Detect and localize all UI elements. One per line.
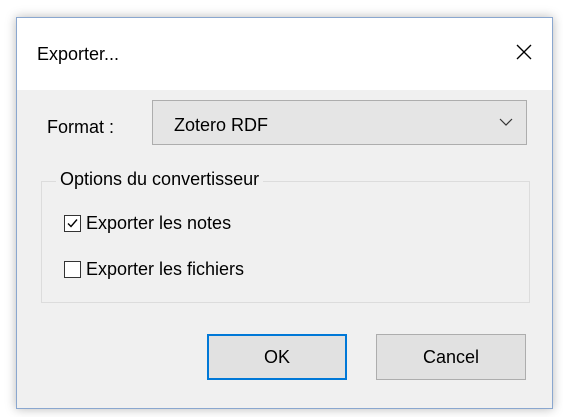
title-bar: Exporter... (17, 18, 552, 90)
cancel-button[interactable]: Cancel (376, 334, 526, 380)
converter-options-title: Options du convertisseur (56, 169, 264, 190)
export-notes-checkbox[interactable] (64, 215, 81, 232)
converter-options-group: Options du convertisseur Exporter les no… (41, 169, 530, 303)
close-button[interactable] (506, 34, 542, 70)
format-select[interactable]: Zotero RDF (152, 100, 527, 145)
export-files-label[interactable]: Exporter les fichiers (86, 259, 244, 280)
export-files-checkbox[interactable] (64, 261, 81, 278)
ok-button[interactable]: OK (207, 334, 347, 380)
chevron-down-icon (499, 118, 513, 126)
format-selected-value: Zotero RDF (174, 115, 269, 135)
export-notes-label[interactable]: Exporter les notes (86, 213, 231, 234)
export-dialog: Exporter... Format : Zotero RDF Options … (16, 17, 553, 409)
format-label: Format : (47, 117, 115, 137)
dialog-title: Exporter... (37, 44, 120, 64)
checkmark-icon (67, 219, 78, 228)
close-icon (516, 44, 532, 60)
